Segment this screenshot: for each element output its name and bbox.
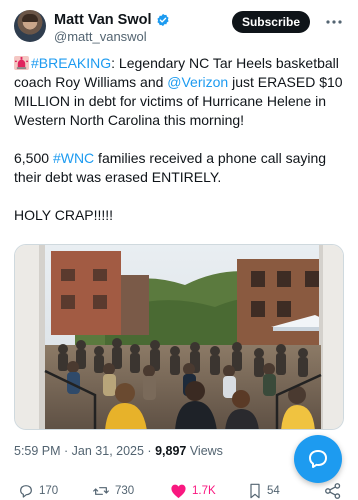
like-count: 1.7K — [192, 485, 216, 497]
tweet-actions: 170 730 1.7K 54 — [14, 482, 346, 500]
heart-icon — [171, 484, 186, 499]
share-button[interactable] — [324, 482, 347, 500]
share-icon — [325, 483, 341, 499]
repost-button[interactable]: 730 — [92, 482, 134, 500]
reply-icon — [20, 485, 32, 498]
compose-message-button[interactable] — [294, 435, 342, 483]
breaking-hashtag-link[interactable]: #BREAKING — [31, 55, 111, 71]
like-button[interactable]: 1.7K — [170, 482, 216, 500]
subscribe-button[interactable]: Subscribe — [231, 11, 310, 33]
tweet-paragraph-1: #BREAKING: Legendary NC Tar Heels basket… — [14, 54, 346, 130]
verizon-mention-link[interactable]: @Verizon — [167, 74, 228, 90]
reply-button[interactable]: 170 — [18, 482, 58, 500]
bookmark-count: 54 — [267, 485, 280, 497]
tweet-paragraph-3: HOLY CRAP!!!!! — [14, 207, 114, 223]
reply-count: 170 — [39, 485, 59, 497]
author-handle[interactable]: @matt_vanswol — [54, 29, 147, 44]
timestamp[interactable]: 5:59 PM · Jan 31, 2025 · — [14, 444, 155, 458]
compose-message-icon — [309, 450, 327, 468]
tweet-header: Matt Van Swol @matt_vanswol Subscribe — [14, 10, 344, 46]
tweet-media-photo[interactable] — [14, 244, 344, 430]
author-name-row[interactable]: Matt Van Swol — [54, 11, 170, 29]
verified-badge-icon — [156, 13, 169, 27]
tweet-meta: 5:59 PM · Jan 31, 2025 · 9,897 Views — [14, 444, 223, 458]
tweet-text: #BREAKING: Legendary NC Tar Heels basket… — [14, 54, 346, 225]
views-label: Views — [186, 444, 223, 458]
crowd-photo — [15, 245, 343, 429]
rotating-light-icon — [14, 56, 29, 70]
tweet-paragraph-2: 6,500 #WNC families received a phone cal… — [14, 149, 346, 187]
bookmark-icon — [250, 483, 260, 499]
more-horizontal-icon[interactable] — [324, 12, 344, 32]
tweet-text-segment: 6,500 — [14, 150, 53, 166]
repost-icon — [93, 487, 109, 495]
views-count: 9,897 — [155, 444, 187, 458]
bookmark-button[interactable]: 54 — [248, 482, 280, 500]
author-display-name[interactable]: Matt Van Swol — [54, 12, 152, 28]
repost-count: 730 — [115, 485, 135, 497]
author-avatar[interactable] — [14, 10, 46, 42]
tweet-card: Matt Van Swol @matt_vanswol Subscribe #B… — [0, 0, 358, 500]
wnc-hashtag-link[interactable]: #WNC — [53, 150, 94, 166]
